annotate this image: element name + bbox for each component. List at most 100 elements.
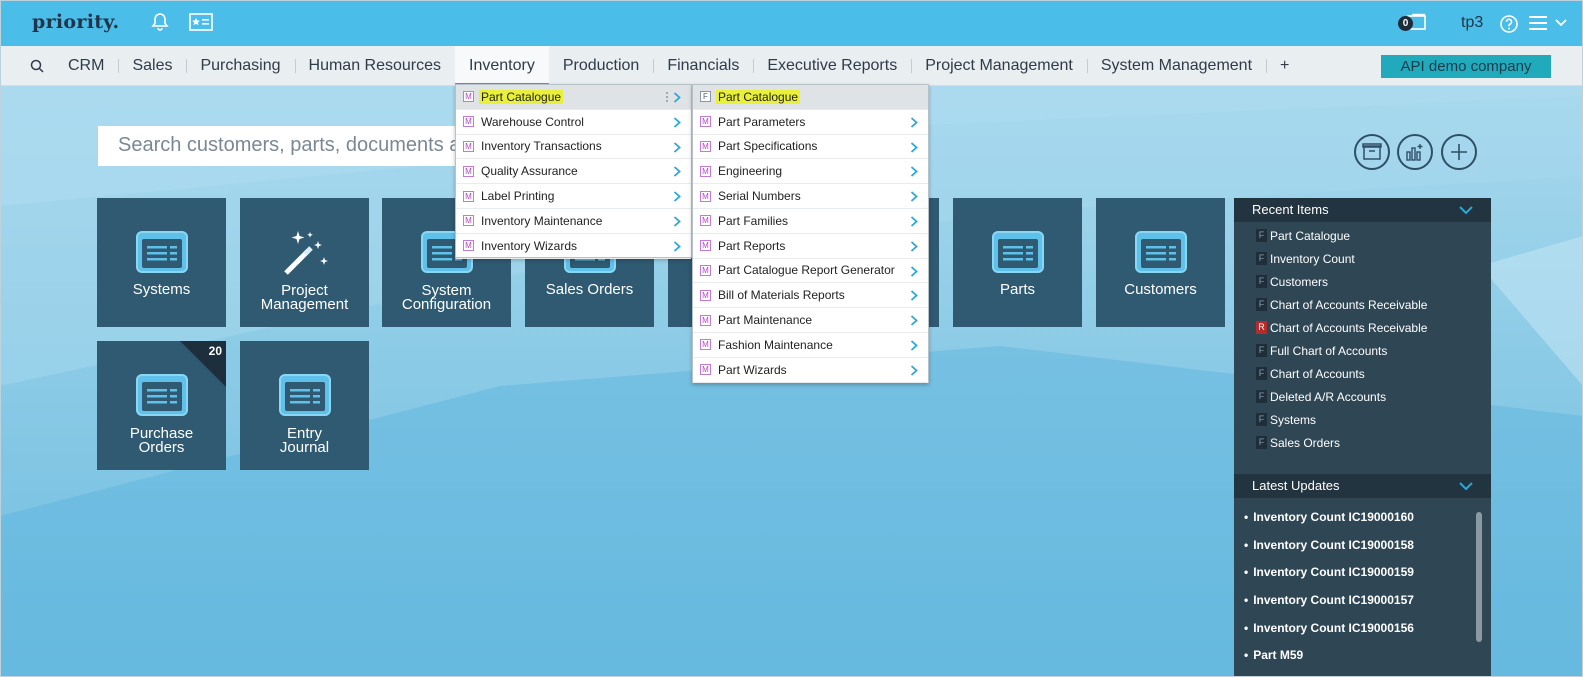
recent-item[interactable]: F Full Chart of Accounts (1256, 339, 1491, 362)
nav-item-project-management[interactable]: Project Management (911, 46, 1087, 86)
chevron-right-icon[interactable] (910, 315, 918, 326)
favorites-card-icon[interactable] (189, 13, 213, 31)
nav-add-button[interactable]: + (1266, 46, 1303, 86)
latest-update-item[interactable]: Inventory Count IC19000160 (1244, 510, 1491, 538)
chevron-right-icon[interactable] (673, 141, 681, 153)
tile-parts[interactable]: Parts (953, 198, 1082, 327)
chevron-right-icon[interactable] (673, 166, 681, 178)
inventory-menu: M Part Catalogue M Warehouse Control M Invent… (455, 84, 692, 259)
latest-update-item[interactable]: Inventory Count IC19000158 (1244, 538, 1491, 566)
item-type-badge: M (700, 314, 711, 326)
tile-entry-journal[interactable]: Entry Journal (240, 341, 369, 470)
bell-icon[interactable] (149, 11, 171, 33)
recent-items-title: Recent Items (1252, 202, 1329, 217)
drag-dots-icon[interactable] (665, 91, 669, 103)
recent-item[interactable]: R Chart of Accounts Receivable (1256, 316, 1491, 339)
menu-item-part-families[interactable]: M Part Families (693, 209, 928, 234)
recent-item[interactable]: F Inventory Count (1256, 247, 1491, 270)
chevron-right-icon[interactable] (910, 191, 918, 202)
nav-item-purchasing[interactable]: Purchasing (186, 46, 294, 86)
chevron-right-icon[interactable] (673, 117, 681, 128)
chevron-down-icon[interactable] (1554, 16, 1568, 30)
recent-item[interactable]: F Chart of Accounts (1256, 362, 1491, 385)
nav-item-production[interactable]: Production (549, 46, 654, 86)
recent-item[interactable]: F Deleted A/R Accounts (1256, 385, 1491, 408)
latest-update-item[interactable]: Part M59 (1244, 648, 1491, 676)
list-card-icon (992, 231, 1044, 273)
latest-scrollbar[interactable] (1476, 512, 1482, 642)
nav-item-financials[interactable]: Financials (653, 46, 753, 86)
menu-item-label-printing[interactable]: M Label Printing (456, 184, 691, 209)
menu-item-inventory-wizards[interactable]: M Inventory Wizards (456, 234, 691, 259)
nav-item-human-resources[interactable]: Human Resources (294, 46, 456, 86)
chevron-right-icon[interactable] (673, 92, 681, 103)
nav-item-sales[interactable]: Sales (118, 46, 186, 86)
recent-item[interactable]: F Customers (1256, 270, 1491, 293)
recent-item[interactable]: F Sales Orders (1256, 431, 1491, 454)
chevron-right-icon[interactable] (910, 216, 918, 227)
recent-items-header[interactable]: Recent Items (1234, 198, 1491, 222)
recent-item[interactable]: F Systems (1256, 408, 1491, 431)
recent-item[interactable]: F Part Catalogue (1256, 224, 1491, 247)
nav-item-inventory[interactable]: Inventory (455, 46, 549, 86)
chevron-right-icon[interactable] (910, 166, 918, 178)
menu-item-part-catalogue-report-generator[interactable]: M Part Catalogue Report Generator (693, 259, 928, 284)
hamburger-menu-icon[interactable] (1529, 15, 1547, 31)
user-name[interactable]: tp3 (1461, 14, 1483, 32)
item-type-badge: M (463, 215, 474, 227)
latest-update-item[interactable]: Inventory Count IC19000159 (1244, 565, 1491, 593)
menu-item-warehouse-control[interactable]: M Warehouse Control (456, 110, 691, 135)
add-button[interactable] (1441, 134, 1477, 170)
menu-item-label: Quality Assurance (481, 164, 578, 179)
recent-item-label: Chart of Accounts Receivable (1270, 320, 1428, 335)
menu-item-engineering[interactable]: M Engineering (693, 159, 928, 185)
tile-customers[interactable]: Customers (1096, 198, 1225, 327)
chevron-right-icon[interactable] (673, 191, 681, 202)
chevron-right-icon[interactable] (910, 117, 918, 128)
chevron-right-icon[interactable] (910, 241, 918, 252)
menu-item-part-reports[interactable]: M Part Reports (693, 234, 928, 259)
chevron-right-icon[interactable] (910, 290, 918, 302)
menu-item-part-catalogue[interactable]: M Part Catalogue (456, 85, 691, 110)
chevron-down-icon[interactable] (1459, 479, 1473, 493)
nav-item-crm[interactable]: CRM (54, 46, 118, 86)
latest-updates-header[interactable]: Latest Updates (1234, 474, 1491, 498)
global-search-input[interactable]: Search customers, parts, documents a (98, 126, 478, 166)
company-button[interactable]: API demo company (1381, 55, 1551, 78)
chevron-right-icon[interactable] (673, 216, 681, 227)
menu-item-part-catalogue[interactable]: F Part Catalogue (693, 85, 928, 110)
tile-project-management[interactable]: Project Management (240, 198, 369, 327)
menu-item-part-parameters[interactable]: M Part Parameters (693, 110, 928, 135)
tile-purchase-orders[interactable]: 20 Purchase Orders (97, 341, 226, 470)
chevron-right-icon[interactable] (910, 365, 918, 376)
menu-item-bill-of-materials-reports[interactable]: M Bill of Materials Reports (693, 283, 928, 309)
recent-item[interactable]: F Chart of Accounts Receivable (1256, 293, 1491, 316)
menu-item-quality-assurance[interactable]: M Quality Assurance (456, 159, 691, 185)
menu-item-inventory-maintenance[interactable]: M Inventory Maintenance (456, 209, 691, 234)
menu-item-label: Part Parameters (718, 114, 806, 129)
latest-update-item[interactable]: Inventory Count IC19000156 (1244, 621, 1491, 649)
menu-item-inventory-transactions[interactable]: M Inventory Transactions (456, 135, 691, 160)
menu-item-fashion-maintenance[interactable]: M Fashion Maintenance (693, 333, 928, 358)
archive-button[interactable] (1354, 134, 1390, 170)
messages-counter-icon[interactable]: 0 (1398, 13, 1428, 35)
logo[interactable]: priority. (32, 11, 119, 33)
chevron-down-icon[interactable] (1459, 203, 1473, 217)
help-icon[interactable] (1499, 14, 1519, 34)
add-report-button[interactable] (1397, 134, 1433, 170)
menu-item-part-specifications[interactable]: M Part Specifications (693, 135, 928, 160)
chevron-right-icon[interactable] (673, 241, 681, 252)
chevron-right-icon[interactable] (910, 141, 918, 153)
nav-item-executive-reports[interactable]: Executive Reports (753, 46, 911, 86)
chevron-right-icon[interactable] (910, 340, 918, 351)
item-type-badge: M (700, 240, 711, 252)
chevron-right-icon[interactable] (910, 265, 918, 277)
tile-systems[interactable]: Systems (97, 198, 226, 327)
nav-item-system-management[interactable]: System Management (1086, 46, 1266, 86)
plus-icon (1451, 144, 1467, 160)
menu-item-part-wizards[interactable]: M Part Wizards (693, 358, 928, 383)
menu-item-serial-numbers[interactable]: M Serial Numbers (693, 184, 928, 209)
search-icon[interactable] (30, 59, 44, 73)
latest-update-item[interactable]: Inventory Count IC19000157 (1244, 593, 1491, 621)
menu-item-part-maintenance[interactable]: M Part Maintenance (693, 308, 928, 333)
